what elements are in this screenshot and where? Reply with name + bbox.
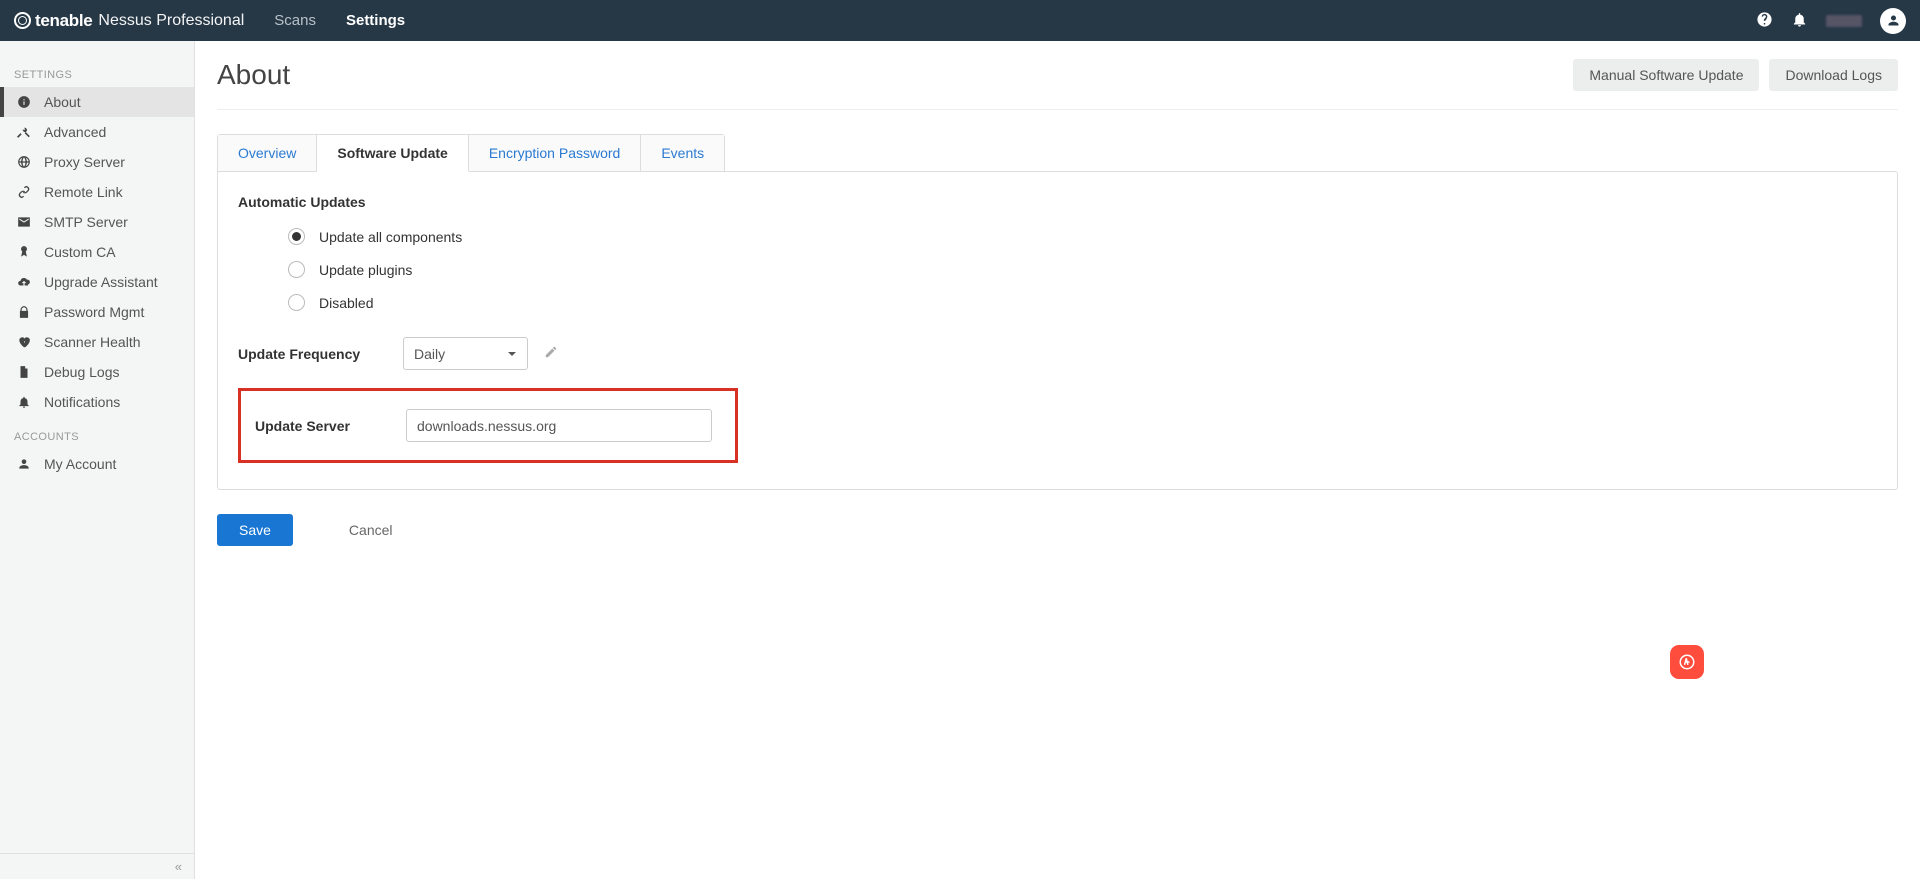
frequency-value: Daily xyxy=(414,346,445,362)
server-label: Update Server xyxy=(241,418,406,434)
assist-fab[interactable] xyxy=(1670,645,1704,679)
tab-encryption[interactable]: Encryption Password xyxy=(469,135,642,171)
sidebar-item-label: Upgrade Assistant xyxy=(44,274,158,290)
sidebar-item-about[interactable]: About xyxy=(0,87,194,117)
tab-panel: Automatic Updates Update all components … xyxy=(217,171,1898,490)
sidebar-item-label: My Account xyxy=(44,456,116,472)
brand[interactable]: tenable Nessus Professional xyxy=(14,11,244,31)
nav-scans[interactable]: Scans xyxy=(274,12,316,29)
info-icon xyxy=(16,95,32,109)
sidebar-item-upgrade[interactable]: Upgrade Assistant xyxy=(0,267,194,297)
tools-icon xyxy=(16,125,32,139)
frequency-select[interactable]: Daily xyxy=(403,337,528,370)
ai-icon xyxy=(1678,653,1696,671)
sidebar-item-customca[interactable]: Custom CA xyxy=(0,237,194,267)
cancel-button[interactable]: Cancel xyxy=(333,514,409,546)
chevron-down-icon xyxy=(507,349,517,359)
tab-events[interactable]: Events xyxy=(641,135,724,171)
sidebar-item-label: Scanner Health xyxy=(44,334,141,350)
brand-product: Nessus Professional xyxy=(98,12,244,30)
sidebar-collapse[interactable]: « xyxy=(0,853,194,879)
frequency-label: Update Frequency xyxy=(238,346,403,362)
sidebar-section-accounts: ACCOUNTS xyxy=(0,417,194,449)
bell-icon xyxy=(16,395,32,409)
update-server-input[interactable] xyxy=(406,409,712,442)
user-avatar[interactable] xyxy=(1880,8,1906,34)
nav-settings[interactable]: Settings xyxy=(346,12,405,29)
mail-icon xyxy=(16,215,32,229)
top-tools xyxy=(1756,8,1906,34)
sidebar-item-notifications[interactable]: Notifications xyxy=(0,387,194,417)
manual-update-button[interactable]: Manual Software Update xyxy=(1573,59,1759,91)
sidebar-item-label: Advanced xyxy=(44,124,106,140)
top-bar: tenable Nessus Professional Scans Settin… xyxy=(0,0,1920,41)
sidebar-item-advanced[interactable]: Advanced xyxy=(0,117,194,147)
sidebar-item-label: About xyxy=(44,94,81,110)
heart-pulse-icon xyxy=(16,335,32,349)
update-server-highlight: Update Server xyxy=(238,388,738,463)
lock-icon xyxy=(16,305,32,319)
page-header: About Manual Software Update Download Lo… xyxy=(217,41,1898,110)
radio-update-plugins[interactable]: Update plugins xyxy=(288,261,1877,278)
radio-update-all[interactable]: Update all components xyxy=(288,228,1877,245)
link-icon xyxy=(16,185,32,199)
help-icon[interactable] xyxy=(1756,11,1773,31)
sidebar-item-myaccount[interactable]: My Account xyxy=(0,449,194,479)
radio-icon xyxy=(288,261,305,278)
page-title: About xyxy=(217,59,290,91)
sidebar-item-label: Proxy Server xyxy=(44,154,125,170)
tab-software-update[interactable]: Software Update xyxy=(317,135,468,172)
tab-overview[interactable]: Overview xyxy=(218,135,317,171)
sidebar-item-proxy[interactable]: Proxy Server xyxy=(0,147,194,177)
form-actions: Save Cancel xyxy=(217,514,1898,546)
file-icon xyxy=(16,365,32,379)
sidebar-item-debug[interactable]: Debug Logs xyxy=(0,357,194,387)
radio-label: Update plugins xyxy=(319,262,412,278)
brand-vendor: tenable xyxy=(35,11,92,31)
sidebar-item-health[interactable]: Scanner Health xyxy=(0,327,194,357)
main-content: About Manual Software Update Download Lo… xyxy=(195,41,1920,879)
ribbon-icon xyxy=(16,245,32,259)
sidebar: SETTINGS About Advanced Proxy Server Rem… xyxy=(0,41,195,879)
sidebar-item-label: Custom CA xyxy=(44,244,116,260)
radio-disabled[interactable]: Disabled xyxy=(288,294,1877,311)
save-button[interactable]: Save xyxy=(217,514,293,546)
sidebar-item-label: SMTP Server xyxy=(44,214,128,230)
edit-frequency-button[interactable] xyxy=(544,345,558,362)
top-nav: Scans Settings xyxy=(274,12,405,29)
sidebar-item-label: Notifications xyxy=(44,394,120,410)
download-logs-button[interactable]: Download Logs xyxy=(1769,59,1898,91)
tabs: Overview Software Update Encryption Pass… xyxy=(217,134,725,172)
user-icon xyxy=(16,457,32,471)
radio-label: Update all components xyxy=(319,229,462,245)
sidebar-item-remote[interactable]: Remote Link xyxy=(0,177,194,207)
username-redacted xyxy=(1826,15,1862,27)
sidebar-item-label: Remote Link xyxy=(44,184,123,200)
sidebar-section-settings: SETTINGS xyxy=(0,55,194,87)
radio-icon xyxy=(288,294,305,311)
bell-icon[interactable] xyxy=(1791,11,1808,31)
sidebar-item-password[interactable]: Password Mgmt xyxy=(0,297,194,327)
sidebar-item-label: Debug Logs xyxy=(44,364,120,380)
update-frequency-row: Update Frequency Daily xyxy=(238,337,1877,370)
automatic-updates-title: Automatic Updates xyxy=(238,194,1877,210)
pencil-icon xyxy=(544,345,558,359)
radio-label: Disabled xyxy=(319,295,373,311)
tenable-logo-icon xyxy=(14,12,31,29)
cloud-up-icon xyxy=(16,275,32,289)
sidebar-item-smtp[interactable]: SMTP Server xyxy=(0,207,194,237)
sidebar-item-label: Password Mgmt xyxy=(44,304,144,320)
globe-icon xyxy=(16,155,32,169)
radio-icon xyxy=(288,228,305,245)
